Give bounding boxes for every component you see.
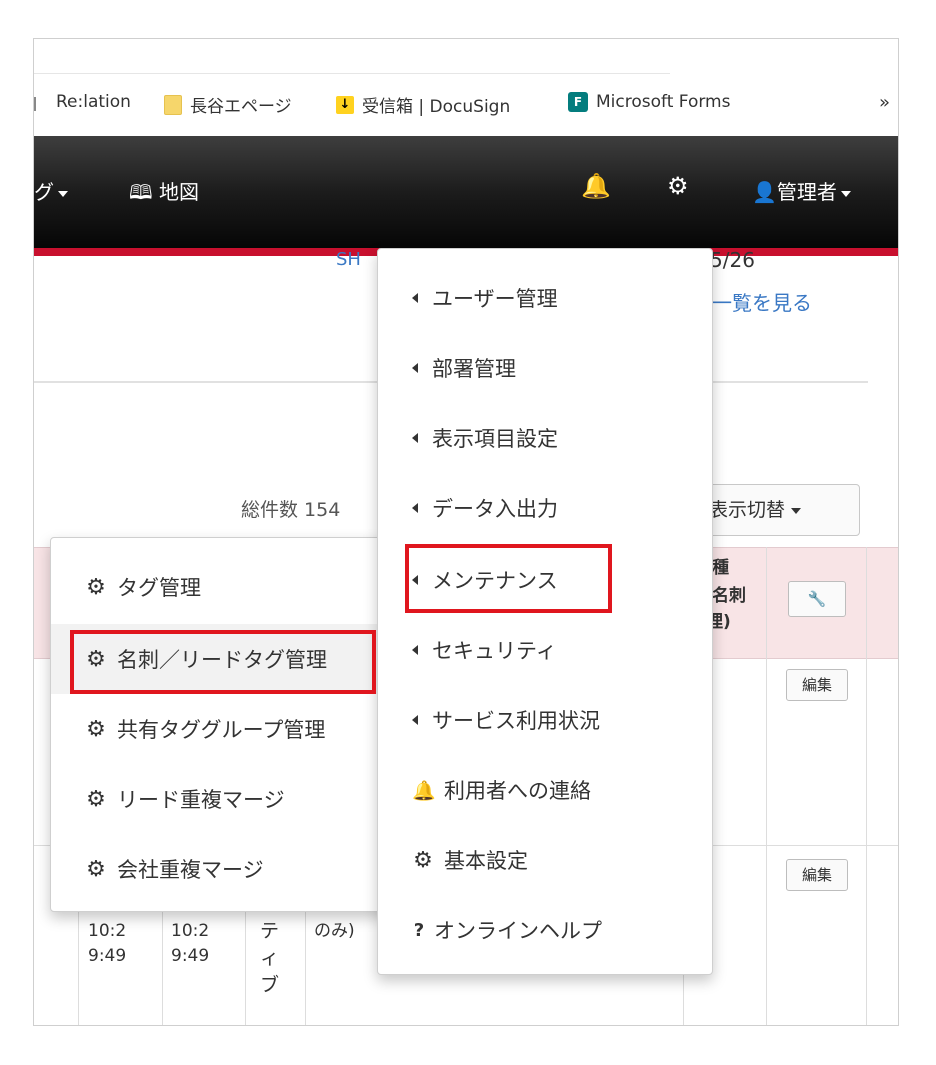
user-icon: 👤	[752, 180, 777, 204]
question-icon: ?	[413, 919, 425, 941]
caret-left-icon	[412, 433, 418, 443]
download-icon: ↓	[336, 95, 354, 114]
bookmark-relation[interactable]: Re:lation	[56, 92, 131, 112]
partial-date: 5/26	[710, 248, 755, 272]
menu-item-security[interactable]: セキュリティ	[378, 615, 712, 685]
bookmarks-bar: Re:lation 長谷エページ ↓ 受信箱 | DocuSign F Micr…	[34, 39, 898, 136]
user-menu[interactable]: 👤管理者	[752, 176, 851, 205]
table-cell: ィ	[260, 947, 280, 969]
forms-icon: F	[568, 92, 588, 112]
menu-item-tag-management[interactable]: ⚙ タグ管理	[51, 552, 391, 622]
menu-item-user-management[interactable]: ユーザー管理	[378, 263, 712, 333]
caret-left-icon	[412, 715, 418, 725]
bookmark-docusign[interactable]: ↓ 受信箱 | DocuSign	[336, 92, 510, 117]
bookmark-separator	[34, 97, 36, 111]
menu-item-basic-settings[interactable]: ⚙ 基本設定	[378, 825, 712, 895]
menu-item-label: タグ管理	[117, 576, 201, 600]
chevron-down-icon	[791, 507, 802, 514]
caret-left-icon	[412, 363, 418, 373]
folder-icon	[164, 94, 182, 115]
top-navbar: グ 🕮 地図 🔔 ⚙ 👤管理者	[34, 136, 898, 248]
wrench-button[interactable]: 🔧	[788, 581, 846, 617]
edit-button[interactable]: 編集	[786, 669, 848, 701]
bookmarks-more-button[interactable]: »	[879, 92, 890, 113]
menu-item-label: 共有タググループ管理	[117, 718, 326, 742]
view-list-link[interactable]: 一覧を見る	[712, 287, 812, 316]
menu-item-label: サービス利用状況	[432, 709, 600, 733]
gear-icon: ⚙	[86, 716, 106, 742]
maintenance-submenu: ⚙ タグ管理 ⚙ 名刺／リードタグ管理 ⚙ 共有タググループ管理 ⚙ リード重複マージ …	[50, 537, 392, 912]
menu-item-lead-merge[interactable]: ⚙ リード重複マージ	[51, 764, 391, 834]
nav-tag-label: グ	[34, 180, 54, 204]
bookmark-hasegawa[interactable]: 長谷エページ	[164, 92, 292, 117]
bookmark-microsoft-forms[interactable]: F Microsoft Forms	[568, 92, 730, 112]
display-toggle-label: 表示切替	[709, 499, 786, 521]
edit-button[interactable]: 編集	[786, 859, 848, 891]
chevron-down-icon	[58, 190, 68, 197]
caret-left-icon	[412, 503, 418, 513]
highlight-card-lead-tag	[70, 630, 376, 694]
gear-icon: ⚙	[86, 786, 106, 812]
menu-item-company-merge[interactable]: ⚙ 会社重複マージ	[51, 834, 391, 904]
gear-icon: ⚙	[86, 856, 106, 882]
bookmark-label: Re:lation	[56, 92, 131, 112]
table-column-line	[866, 547, 867, 1025]
menu-item-department-management[interactable]: 部署管理	[378, 333, 712, 403]
nav-map-label: 地図	[158, 180, 199, 204]
table-cell: 10:2	[171, 921, 210, 941]
menu-item-label: セキュリティ	[432, 639, 557, 663]
chevron-down-icon	[840, 190, 851, 197]
table-cell: テ	[260, 920, 280, 942]
table-cell: のみ)	[314, 921, 355, 941]
gear-icon[interactable]: ⚙	[667, 172, 689, 200]
header-cell-text: 種	[712, 558, 729, 578]
bookmarks-divider	[34, 73, 670, 74]
total-count: 総件数 154	[241, 499, 341, 521]
gear-icon: ⚙	[86, 574, 106, 600]
highlight-maintenance	[405, 544, 612, 613]
bell-icon[interactable]: 🔔	[581, 172, 611, 200]
header-cell-text: 名刺	[712, 586, 746, 606]
menu-item-label: 利用者への連絡	[444, 779, 591, 803]
menu-item-user-notifications[interactable]: 🔔 利用者への連絡	[378, 755, 712, 825]
caret-left-icon	[412, 293, 418, 303]
menu-item-label: 表示項目設定	[432, 427, 558, 451]
bookmark-label: Microsoft Forms	[596, 92, 731, 112]
wrench-icon: 🔧	[807, 590, 827, 608]
menu-item-service-usage[interactable]: サービス利用状況	[378, 685, 712, 755]
caret-left-icon	[412, 645, 418, 655]
menu-item-display-field-settings[interactable]: 表示項目設定	[378, 403, 712, 473]
menu-item-data-import-export[interactable]: データ入出力	[378, 473, 712, 543]
menu-item-label: 部署管理	[432, 357, 516, 381]
user-label: 管理者	[776, 180, 837, 204]
menu-item-label: リード重複マージ	[117, 788, 285, 812]
table-cell: 10:2	[88, 921, 127, 941]
bookmark-label: 受信箱 | DocuSign	[362, 97, 511, 117]
bell-icon: 🔔	[412, 779, 436, 802]
table-cell: 9:49	[171, 946, 210, 966]
table-cell: 9:49	[88, 946, 127, 966]
menu-item-label: 基本設定	[444, 849, 528, 873]
menu-item-online-help[interactable]: ? オンラインヘルプ	[378, 895, 712, 965]
partial-link[interactable]: SH	[336, 249, 361, 270]
table-column-line	[766, 547, 767, 1025]
map-icon: 🕮	[129, 180, 153, 204]
browser-frame: Re:lation 長谷エページ ↓ 受信箱 | DocuSign F Micr…	[33, 38, 899, 1026]
menu-item-label: オンラインヘルプ	[434, 919, 602, 943]
menu-item-label: 会社重複マージ	[117, 858, 264, 882]
menu-item-label: ユーザー管理	[432, 287, 558, 311]
gear-icon: ⚙	[413, 847, 433, 873]
menu-item-shared-tag-group[interactable]: ⚙ 共有タググループ管理	[51, 694, 391, 764]
nav-map[interactable]: 🕮 地図	[129, 176, 199, 212]
menu-item-label: データ入出力	[432, 497, 558, 521]
nav-tag-menu[interactable]: グ	[34, 176, 68, 205]
table-cell: ブ	[260, 974, 280, 996]
bookmark-label: 長谷エページ	[190, 97, 292, 117]
